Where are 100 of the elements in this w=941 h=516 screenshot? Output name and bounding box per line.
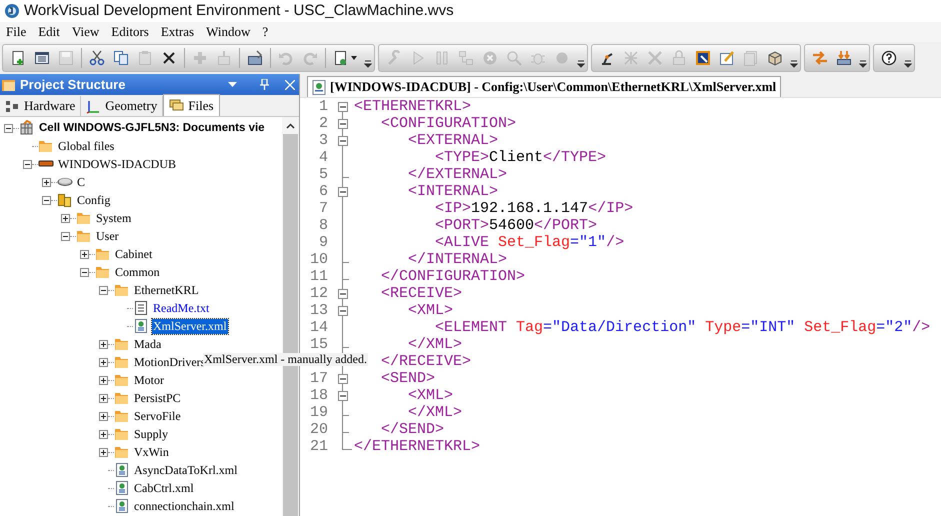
expand-icon[interactable]	[99, 358, 108, 366]
tree-item[interactable]: AsyncDataToKrl.xml	[133, 462, 238, 478]
menu-item[interactable]: File	[0, 22, 32, 42]
download-icon[interactable]	[835, 49, 853, 67]
menu-item[interactable]: View	[66, 22, 106, 42]
tree-item[interactable]: CabCtrl.xml	[133, 480, 195, 496]
tree-item[interactable]: WINDOWS-IDACDUB	[57, 156, 177, 172]
panel-tab[interactable]: Files	[163, 94, 220, 116]
copy-icon[interactable]	[112, 49, 130, 67]
collapse-icon[interactable]	[99, 286, 108, 294]
code-text: <SEND>	[380, 370, 436, 387]
collapse-icon[interactable]	[80, 268, 89, 276]
tree-item[interactable]: Cabinet	[114, 246, 154, 262]
package-icon[interactable]	[766, 49, 784, 67]
code-text: Set_Flag	[804, 319, 876, 336]
code-text: 54600	[489, 217, 534, 234]
expand-icon[interactable]	[99, 376, 108, 384]
menu-item[interactable]: Window	[200, 22, 256, 42]
fold-toggle-icon[interactable]	[338, 306, 348, 316]
folder-icon	[76, 210, 92, 226]
toolbox-icon[interactable]	[246, 49, 264, 67]
tree-item[interactable]: C	[76, 174, 86, 190]
window-icon[interactable]	[33, 49, 51, 67]
tree-item[interactable]: Mada	[133, 336, 162, 352]
tree-item[interactable]: PersistPC	[133, 390, 182, 406]
overflow-icon[interactable]	[790, 60, 798, 68]
document-icon[interactable]	[332, 49, 358, 67]
expand-icon[interactable]	[99, 448, 108, 456]
tree-item[interactable]: Supply	[133, 426, 170, 442]
scissors-icon[interactable]	[88, 49, 106, 67]
tree-item[interactable]: Common	[114, 264, 161, 280]
fold-toggle-icon[interactable]	[338, 102, 348, 112]
tree-item[interactable]: EthernetKRL	[133, 282, 200, 298]
code-text: <RECEIVE>	[380, 285, 462, 302]
code-text: </INTERNAL>	[407, 251, 508, 268]
code-text: Type	[705, 319, 742, 336]
overflow-icon[interactable]	[577, 60, 585, 68]
expand-icon[interactable]	[99, 412, 108, 420]
code-text: <ALIVE	[434, 234, 490, 251]
tree-item[interactable]: XmlServer.xml	[152, 318, 228, 334]
xml-file-icon	[114, 480, 130, 496]
fold-toggle-icon[interactable]	[338, 119, 348, 129]
line-number: 21	[310, 438, 328, 455]
menu-item[interactable]: Extras	[154, 22, 200, 42]
pin-icon[interactable]	[257, 78, 271, 92]
pencil-icon[interactable]	[718, 49, 736, 67]
code-text: <IP>	[434, 200, 472, 217]
fold-toggle-icon[interactable]	[338, 391, 348, 401]
code-text: <INTERNAL>	[407, 183, 498, 200]
fold-toggle-icon[interactable]	[338, 136, 348, 146]
overflow-icon[interactable]	[904, 60, 912, 68]
tree-item[interactable]: VxWin	[133, 444, 170, 460]
overflow-icon[interactable]	[364, 60, 372, 68]
menu-item[interactable]: Edit	[32, 22, 66, 42]
folder-icon	[114, 372, 130, 388]
menu-item[interactable]: Editors	[105, 22, 155, 42]
folder-icon	[76, 228, 92, 244]
code-text: ="Data/Direction"	[543, 319, 698, 336]
tree-item[interactable]: ReadMe.txt	[152, 300, 210, 316]
line-number: 4	[318, 149, 328, 166]
tree-item[interactable]: User	[95, 228, 120, 244]
tree-item[interactable]: connectionchain.xml	[133, 498, 236, 514]
inspect-icon[interactable]	[694, 49, 712, 67]
collapse-icon[interactable]	[42, 196, 51, 204]
line-number: 5	[318, 166, 328, 183]
overflow-icon[interactable]	[859, 60, 867, 68]
fold-toggle-icon[interactable]	[338, 374, 348, 384]
expand-icon[interactable]	[99, 430, 108, 438]
folder-icon	[114, 354, 130, 370]
fold-toggle-icon[interactable]	[338, 289, 348, 299]
fold-toggle-icon[interactable]	[338, 187, 348, 197]
menu-item[interactable]: ?	[256, 22, 274, 42]
axes-icon	[86, 98, 102, 114]
line-number: 3	[318, 132, 328, 149]
panel-tab[interactable]: Hardware	[0, 96, 82, 116]
expand-icon[interactable]	[99, 394, 108, 402]
tree-item[interactable]: Cell WINDOWS-GJFL5N3: Documents vie	[38, 120, 266, 136]
transfer-icon[interactable]	[811, 49, 829, 67]
collapse-icon[interactable]	[23, 160, 32, 168]
expand-icon[interactable]	[42, 178, 51, 186]
expand-icon[interactable]	[99, 340, 108, 348]
collapse-icon[interactable]	[61, 232, 70, 240]
expand-icon[interactable]	[61, 214, 70, 222]
tree-item[interactable]: ServoFile	[133, 408, 182, 424]
help-icon[interactable]	[880, 49, 898, 67]
tree-item[interactable]: System	[95, 210, 132, 226]
line-number: 14	[310, 319, 328, 336]
expand-icon[interactable]	[80, 250, 89, 258]
xml-file-icon	[114, 462, 130, 478]
line-number: 6	[318, 183, 328, 200]
code-text: </PORT>	[534, 217, 598, 234]
tree-item[interactable]: Motor	[133, 372, 165, 388]
editor-tab[interactable]: [WINDOWS-IDACDUB] - Config:\User\Common\EthernetKRL\XmlServer.xml	[307, 76, 782, 97]
window-title: WorkVisual Development Environment - USC_ClawMachine.wvs	[24, 0, 454, 21]
tree-item[interactable]: Config	[76, 192, 112, 208]
close-icon[interactable]	[283, 78, 297, 92]
tree-item[interactable]: Global files	[57, 138, 116, 154]
collapse-icon[interactable]	[4, 124, 13, 132]
line-number: 1	[318, 98, 328, 115]
code-text: </EXTERNAL>	[407, 166, 508, 183]
